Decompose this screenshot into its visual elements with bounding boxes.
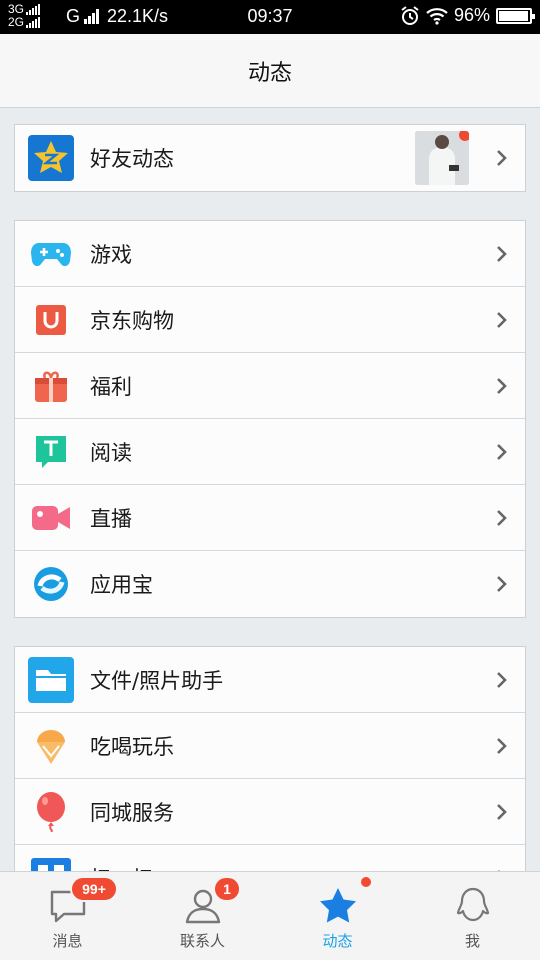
bookmark-icon — [28, 429, 74, 475]
battery-icon — [496, 7, 535, 24]
tab-messages[interactable]: 消息 99+ — [0, 872, 135, 960]
chevron-right-icon — [497, 443, 507, 460]
menu-item-label: 阅读 — [90, 440, 132, 465]
alarm-icon — [401, 5, 419, 25]
menu-item-welfare[interactable]: 福利 — [15, 353, 525, 419]
tab-contacts[interactable]: 联系人 1 — [135, 872, 270, 960]
tab-label: 消息 — [52, 932, 83, 950]
menu-item-scan[interactable]: 扫一扫 — [15, 845, 525, 871]
chevron-right-icon — [497, 671, 507, 688]
contacts-badge: 1 — [213, 876, 241, 902]
friend-photo-thumbnail — [415, 131, 469, 185]
group-tools: 文件/照片助手 吃喝玩乐 同城服务 扫一扫 — [14, 646, 526, 872]
status-bar: 3G 2G G 22.1K/s 09:37 96% — [0, 0, 540, 34]
menu-item-live[interactable]: 直播 — [15, 485, 525, 551]
tab-label: 联系人 — [179, 932, 225, 950]
star-icon — [319, 888, 356, 923]
tab-label: 我 — [464, 932, 480, 950]
gift-icon — [28, 363, 74, 409]
menu-item-reading[interactable]: 阅读 — [15, 419, 525, 485]
folder-icon — [28, 656, 74, 703]
unread-badge: 99+ — [70, 876, 118, 902]
bottom-nav: 消息 99+ 联系人 1 动态 我 — [0, 871, 540, 960]
menu-item-local-services[interactable]: 同城服务 — [15, 779, 525, 845]
chevron-right-icon — [497, 311, 507, 328]
ice-cream-icon — [28, 723, 74, 769]
balloon-icon — [28, 789, 74, 835]
qr-scan-icon — [28, 855, 74, 871]
app-store-icon — [28, 561, 74, 607]
wifi-icon — [426, 7, 448, 25]
menu-item-games[interactable]: 游戏 — [15, 221, 525, 287]
shopping-bag-icon — [28, 297, 74, 343]
new-dot — [459, 131, 469, 141]
gamepad-icon — [28, 231, 74, 277]
chevron-right-icon — [497, 576, 507, 592]
menu-item-label: 文件/照片助手 — [90, 668, 224, 693]
chevron-right-icon — [497, 803, 507, 820]
menu-item-label: 吃喝玩乐 — [90, 734, 174, 759]
group-services: 游戏 京东购物 福利 阅读 直播 应用宝 — [14, 220, 526, 618]
title-bar: 动态 — [0, 34, 540, 108]
menu-item-app-store[interactable]: 应用宝 — [15, 551, 525, 617]
qzone-star-icon — [28, 135, 74, 181]
menu-item-file-assistant[interactable]: 文件/照片助手 — [15, 647, 525, 713]
chevron-right-icon — [497, 150, 507, 166]
menu-item-jd-shopping[interactable]: 京东购物 — [15, 287, 525, 353]
tab-label: 动态 — [322, 932, 353, 950]
chevron-right-icon — [497, 245, 507, 262]
status-icons: 96% — [400, 5, 535, 26]
menu-item-label: 应用宝 — [90, 573, 153, 597]
chevron-right-icon — [497, 509, 507, 526]
tab-me[interactable]: 我 — [405, 872, 540, 960]
battery-fill — [499, 10, 528, 21]
menu-item-food-fun[interactable]: 吃喝玩乐 — [15, 713, 525, 779]
menu-item-label: 京东购物 — [90, 308, 174, 333]
menu-item-label: 直播 — [90, 506, 132, 531]
menu-item-label: 同城服务 — [90, 800, 174, 825]
battery-percent: 96% — [453, 5, 490, 25]
chevron-right-icon — [497, 737, 507, 754]
feed-new-dot — [359, 875, 373, 889]
chevron-right-icon — [497, 377, 507, 394]
penguin-icon — [456, 887, 489, 922]
group-friends: 好友动态 — [14, 124, 526, 192]
menu-item-friend-feed[interactable]: 好友动态 — [15, 125, 525, 191]
tab-feed[interactable]: 动态 — [270, 872, 405, 960]
menu-item-label: 游戏 — [90, 242, 132, 267]
menu-item-label: 福利 — [90, 374, 132, 399]
video-camera-icon — [28, 495, 74, 541]
menu-item-label: 好友动态 — [90, 147, 174, 171]
page-title: 动态 — [247, 60, 292, 86]
